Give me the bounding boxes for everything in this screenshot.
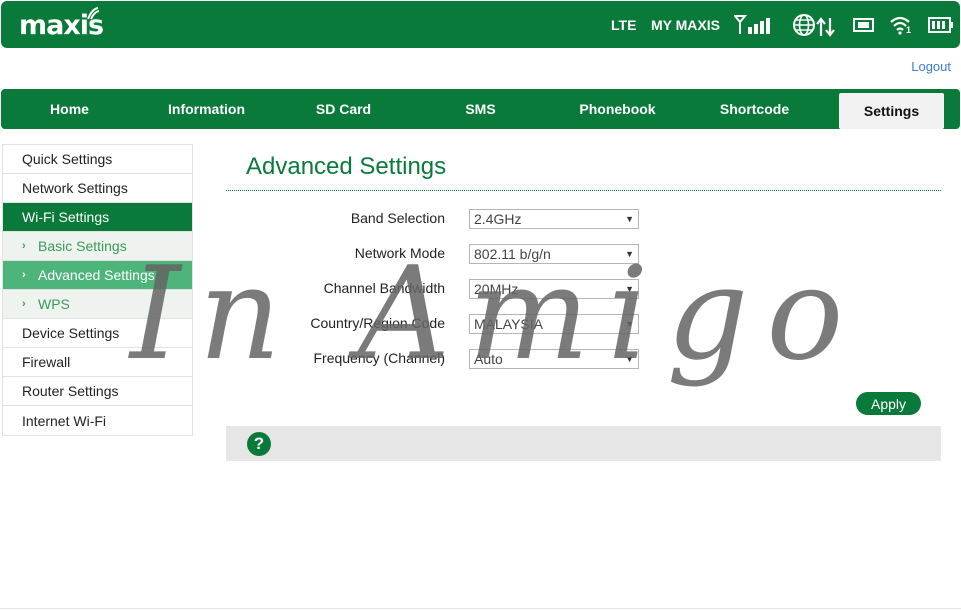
sidebar-subitem-label: Advanced Settings	[38, 267, 155, 283]
country-region-label: Country/Region Code	[310, 315, 445, 331]
band-selection-select[interactable]: 2.4GHz ▼	[469, 209, 639, 229]
tab-settings[interactable]: Settings	[839, 93, 944, 129]
sidebar-item-label: Router Settings	[22, 383, 119, 399]
signal-bars-icon	[734, 15, 770, 34]
channel-bandwidth-row: Channel Bandwidth 20MHz ▼	[226, 279, 666, 300]
dropdown-arrow-icon: ▼	[625, 214, 634, 224]
tab-sms[interactable]: SMS	[412, 89, 549, 129]
band-selection-label: Band Selection	[350, 210, 445, 226]
sidebar-subitem-label: Basic Settings	[38, 238, 127, 254]
globe-icon	[793, 14, 815, 36]
chevron-right-icon: ›	[22, 298, 26, 310]
battery-icon	[928, 17, 953, 33]
band-selection-value: 2.4GHz	[474, 211, 522, 227]
sidebar-item-label: Wi-Fi Settings	[22, 209, 110, 225]
tab-home[interactable]: Home	[1, 89, 138, 129]
sidebar-item-router-settings[interactable]: Router Settings	[3, 377, 192, 406]
sim-card-icon	[853, 18, 874, 32]
dropdown-arrow-icon: ▼	[625, 354, 634, 364]
sidebar-item-wifi-settings[interactable]: Wi-Fi Settings	[3, 203, 192, 232]
channel-bandwidth-label: Channel Bandwidth	[323, 280, 445, 296]
sidebar-subitem-wps[interactable]: › WPS	[3, 290, 192, 319]
settings-sidebar: Quick Settings Network Settings Wi-Fi Se…	[2, 144, 193, 436]
sidebar-subitem-label: WPS	[38, 296, 70, 312]
sidebar-item-firewall[interactable]: Firewall	[3, 348, 192, 377]
tab-phonebook[interactable]: Phonebook	[549, 89, 686, 129]
sidebar-item-label: Network Settings	[22, 180, 128, 196]
sidebar-item-device-settings[interactable]: Device Settings	[3, 319, 192, 348]
data-arrows-icon	[816, 17, 835, 37]
country-region-select[interactable]: MALAYSIA ▼	[469, 314, 639, 334]
band-selection-row: Band Selection 2.4GHz ▼	[226, 209, 666, 230]
sidebar-item-internet-wifi[interactable]: Internet Wi-Fi	[3, 406, 192, 435]
chevron-right-icon: ›	[22, 240, 26, 252]
network-mode-row: Network Mode 802.11 b/g/n ▼	[226, 244, 666, 265]
sidebar-subitem-advanced-settings[interactable]: › Advanced Settings	[3, 261, 192, 290]
page-title: Advanced Settings	[246, 153, 447, 180]
network-mode-value: 802.11 b/g/n	[474, 246, 551, 262]
sidebar-item-label: Device Settings	[22, 325, 120, 341]
country-region-value: MALAYSIA	[474, 316, 543, 332]
chevron-right-icon: ›	[22, 269, 26, 281]
logo-swoosh-icon	[87, 7, 100, 20]
wifi-icon	[890, 16, 910, 35]
apply-button[interactable]: Apply	[856, 392, 921, 415]
sidebar-item-label: Firewall	[22, 354, 71, 370]
network-type: LTE	[611, 16, 637, 33]
frequency-channel-row: Frequency (Channel) Auto ▼	[226, 349, 666, 370]
logout-link[interactable]: Logout	[911, 59, 951, 74]
sidebar-item-label: Quick Settings	[22, 151, 113, 167]
frequency-channel-select[interactable]: Auto ▼	[469, 349, 639, 369]
title-divider	[226, 190, 941, 191]
main-nav: Home Information SD Card SMS Phonebook S…	[1, 89, 960, 129]
help-bar: ?	[226, 426, 941, 461]
country-region-row: Country/Region Code MALAYSIA ▼	[226, 314, 666, 335]
sidebar-item-network-settings[interactable]: Network Settings	[3, 174, 192, 203]
dropdown-arrow-icon: ▼	[625, 284, 634, 294]
dropdown-arrow-icon: ▼	[625, 319, 634, 329]
network-mode-label: Network Mode	[354, 245, 445, 261]
tab-sd-card[interactable]: SD Card	[275, 89, 412, 129]
help-icon[interactable]: ?	[247, 432, 271, 456]
tab-shortcode[interactable]: Shortcode	[686, 89, 823, 129]
tab-information[interactable]: Information	[138, 89, 275, 129]
dropdown-arrow-icon: ▼	[625, 249, 634, 259]
top-header-bar: maxis LTE MY MAXIS 1	[1, 1, 960, 48]
network-mode-select[interactable]: 802.11 b/g/n ▼	[469, 244, 639, 264]
channel-bandwidth-select[interactable]: 20MHz ▼	[469, 279, 639, 299]
bottom-divider	[0, 608, 961, 609]
frequency-channel-label: Frequency (Channel)	[313, 350, 445, 366]
wifi-clients-count: 1	[906, 25, 912, 35]
sidebar-item-quick-settings[interactable]: Quick Settings	[3, 145, 192, 174]
operator-name: MY MAXIS	[651, 16, 720, 33]
frequency-channel-value: Auto	[474, 351, 503, 367]
sidebar-subitem-basic-settings[interactable]: › Basic Settings	[3, 232, 192, 261]
channel-bandwidth-value: 20MHz	[474, 281, 519, 297]
sidebar-item-label: Internet Wi-Fi	[22, 412, 107, 429]
